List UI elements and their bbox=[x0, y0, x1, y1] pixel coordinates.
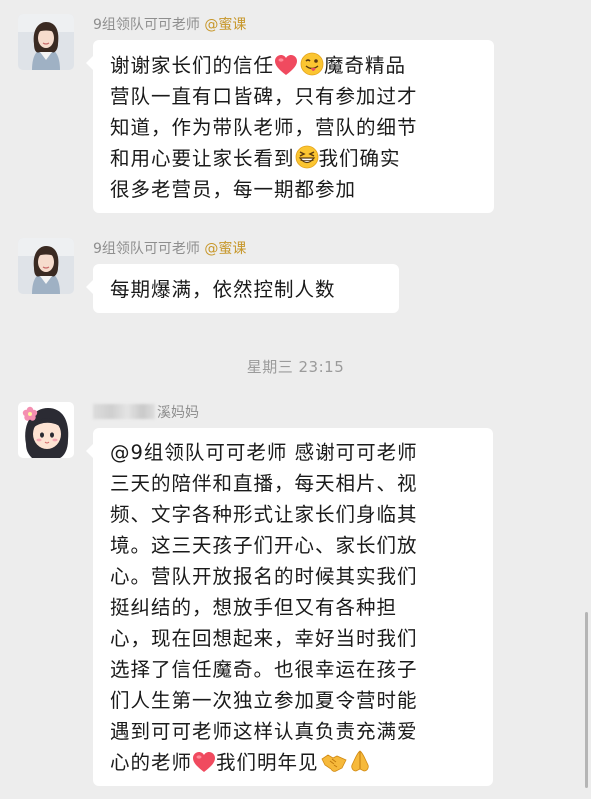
message-line: 心。营队开放报名的时候其实我们 bbox=[110, 565, 418, 588]
message-line: 频、文字各种形式让家长们身临其 bbox=[110, 503, 418, 526]
message-line: 知道，作为带队老师，营队的细节 bbox=[110, 116, 418, 139]
sender-name: 9组领队可可老师 bbox=[93, 17, 200, 33]
teacher-avatar-image bbox=[18, 14, 74, 70]
sender-label: 9组领队可可老师 @蜜课 bbox=[93, 16, 246, 34]
message-bubble[interactable]: 每期爆满，依然控制人数 bbox=[86, 264, 399, 313]
teacher-avatar[interactable] bbox=[18, 14, 74, 70]
message-line: 遇到可可老师这样认真负责充满爱 bbox=[110, 720, 418, 743]
parent-avatar-image bbox=[18, 402, 74, 458]
message-bubble[interactable]: 谢谢家长们的信任 魔奇精品 营队一直有口皆碑，只有参加过才 知道，作为带队老师，营… bbox=[86, 40, 494, 213]
sender-name: 溪妈妈 bbox=[157, 405, 199, 421]
scrollbar[interactable] bbox=[585, 612, 588, 788]
red-heart-emoji-icon bbox=[192, 751, 216, 773]
grinning-squinting-emoji-icon bbox=[295, 145, 319, 169]
teacher-avatar[interactable] bbox=[18, 238, 74, 294]
sender-tag: @蜜课 bbox=[204, 241, 247, 257]
message-line: 挺纠结的，想放手但又有各种担 bbox=[110, 596, 398, 619]
parent-avatar[interactable] bbox=[18, 402, 74, 458]
message-line: 谢谢家长们的信任 魔奇精品 bbox=[110, 52, 407, 77]
sender-name: 9组领队可可老师 bbox=[93, 241, 200, 257]
message-bubble[interactable]: @9组领队可可老师 感谢可可老师 三天的陪伴和直播，每天相片、视 频、文字各种形… bbox=[86, 428, 493, 786]
chat-timestamp: 星期三 23:15 bbox=[246, 358, 345, 376]
message-line: 心，现在回想起来，幸好当时我们 bbox=[110, 627, 418, 650]
message-line: 很多老营员，每一期都参加 bbox=[110, 178, 357, 201]
message-line: 们人生第一次独立参加夏令营时能 bbox=[110, 689, 418, 712]
sender-tag: @蜜课 bbox=[204, 17, 247, 33]
winking-tongue-emoji-icon bbox=[300, 52, 324, 76]
message-line: 三天的陪伴和直播，每天相片、视 bbox=[110, 472, 418, 495]
message-line: 心的老师 我们明年见 bbox=[110, 747, 479, 778]
message-line: 营队一直有口皆碑，只有参加过才 bbox=[110, 85, 418, 108]
sender-label: 9组领队可可老师 @蜜课 bbox=[93, 240, 246, 258]
message-line: 选择了信任魔奇。也很幸运在孩子 bbox=[110, 658, 418, 681]
message-line: 境。这三天孩子们开心、家长们放 bbox=[110, 534, 418, 557]
message-line: 每期爆满，依然控制人数 bbox=[110, 278, 336, 301]
folded-hands-emoji-icon bbox=[349, 749, 371, 773]
blurred-name-redaction bbox=[93, 404, 155, 419]
red-heart-emoji-icon bbox=[274, 54, 298, 76]
message-line: 和用心要让家长看到 我们确实 bbox=[110, 145, 401, 170]
message-line: @9组领队可可老师 感谢可可老师 bbox=[110, 441, 418, 464]
handshake-emoji-icon bbox=[321, 751, 347, 773]
teacher-avatar-image bbox=[18, 238, 74, 294]
sender-label: 溪妈妈 bbox=[93, 404, 199, 422]
